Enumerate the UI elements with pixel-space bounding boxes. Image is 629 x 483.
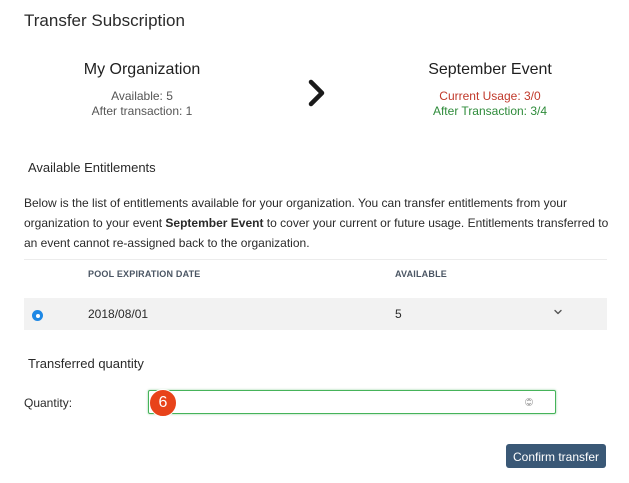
entitlements-heading: Available Entitlements	[28, 160, 156, 175]
radio-selected-icon[interactable]	[32, 310, 43, 321]
target-event: September Event Current Usage: 3/0 After…	[380, 61, 600, 119]
organization-after-transaction: After transaction: 1	[91, 104, 193, 118]
event-current-usage: Current Usage: 3/0	[439, 89, 541, 103]
organization-name: My Organization	[83, 61, 201, 78]
page-title: Transfer Subscription	[24, 11, 185, 30]
transferred-quantity-heading: Transferred quantity	[28, 356, 144, 371]
stepper-icon[interactable]	[525, 396, 533, 408]
entitlements-table-header: POOL EXPIRATION DATE AVAILABLE	[24, 259, 607, 288]
chevron-right-icon	[308, 79, 325, 107]
description-event-name: September Event	[165, 216, 264, 230]
source-organization: My Organization Available: 5 After trans…	[32, 61, 252, 119]
quantity-input[interactable]	[148, 390, 556, 414]
chevron-down-icon[interactable]	[552, 306, 564, 318]
entitlements-description: Below is the list of entitlements availa…	[24, 196, 609, 250]
quantity-value-badge: 6	[149, 389, 177, 417]
organization-available: Available: 5	[111, 89, 173, 103]
event-after-transaction: After Transaction: 3/4	[432, 104, 548, 118]
column-available: AVAILABLE	[395, 269, 447, 279]
quantity-label: Quantity:	[24, 396, 73, 410]
confirm-transfer-button[interactable]: Confirm transfer	[506, 444, 606, 468]
event-name: September Event	[428, 61, 552, 78]
column-pool-expiration-date: POOL EXPIRATION DATE	[88, 269, 201, 279]
table-row[interactable]: 2018/08/01 5	[24, 298, 607, 330]
row-expiration-date: 2018/08/01	[88, 307, 149, 321]
row-available: 5	[395, 307, 402, 321]
